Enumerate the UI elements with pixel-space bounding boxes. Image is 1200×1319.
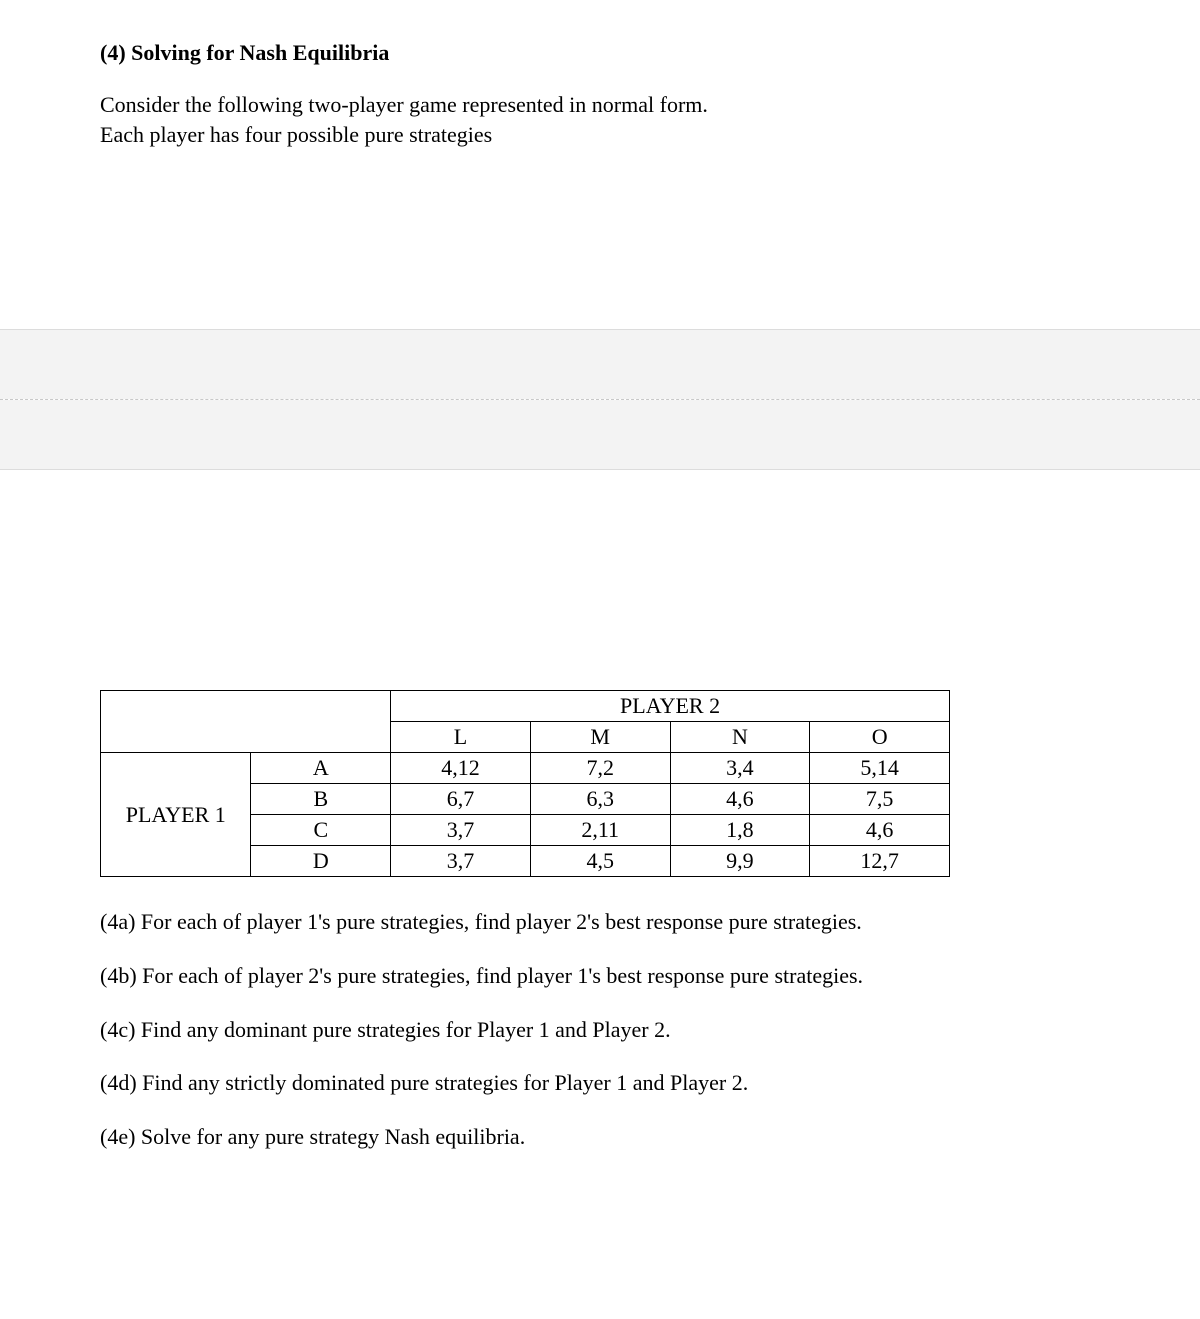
table-corner xyxy=(101,691,391,753)
col-header: O xyxy=(810,722,950,753)
payoff-cell: 5,14 xyxy=(810,753,950,784)
payoff-cell: 12,7 xyxy=(810,846,950,877)
col-header: L xyxy=(391,722,531,753)
intro-text-1: Consider the following two-player game r… xyxy=(100,90,1100,120)
question-4d: (4d) Find any strictly dominated pure st… xyxy=(100,1068,1100,1098)
payoff-cell: 3,7 xyxy=(391,815,531,846)
row-header: A xyxy=(251,753,391,784)
question-4e: (4e) Solve for any pure strategy Nash eq… xyxy=(100,1122,1100,1152)
section-title: (4) Solving for Nash Equilibria xyxy=(100,40,1100,66)
col-header: N xyxy=(670,722,810,753)
row-header: D xyxy=(251,846,391,877)
row-header: C xyxy=(251,815,391,846)
question-4a: (4a) For each of player 1's pure strateg… xyxy=(100,907,1100,937)
payoff-cell: 3,4 xyxy=(670,753,810,784)
gray-bar-bottom xyxy=(0,400,1200,470)
payoff-table: PLAYER 2 L M N O PLAYER 1 A 4,12 7,2 3,4… xyxy=(100,690,950,877)
player2-label: PLAYER 2 xyxy=(391,691,950,722)
gray-bar-top xyxy=(0,329,1200,399)
payoff-cell: 3,7 xyxy=(391,846,531,877)
payoff-cell: 9,9 xyxy=(670,846,810,877)
payoff-cell: 2,11 xyxy=(530,815,670,846)
payoff-cell: 7,5 xyxy=(810,784,950,815)
payoff-cell: 4,6 xyxy=(670,784,810,815)
intro-text-2: Each player has four possible pure strat… xyxy=(100,120,1100,150)
payoff-cell: 4,12 xyxy=(391,753,531,784)
col-header: M xyxy=(530,722,670,753)
payoff-cell: 4,6 xyxy=(810,815,950,846)
row-header: B xyxy=(251,784,391,815)
payoff-cell: 6,7 xyxy=(391,784,531,815)
payoff-cell: 7,2 xyxy=(530,753,670,784)
separator-zone xyxy=(0,329,1200,470)
payoff-cell: 4,5 xyxy=(530,846,670,877)
question-4c: (4c) Find any dominant pure strategies f… xyxy=(100,1015,1100,1045)
question-4b: (4b) For each of player 2's pure strateg… xyxy=(100,961,1100,991)
player1-label: PLAYER 1 xyxy=(101,753,251,877)
payoff-cell: 1,8 xyxy=(670,815,810,846)
payoff-cell: 6,3 xyxy=(530,784,670,815)
